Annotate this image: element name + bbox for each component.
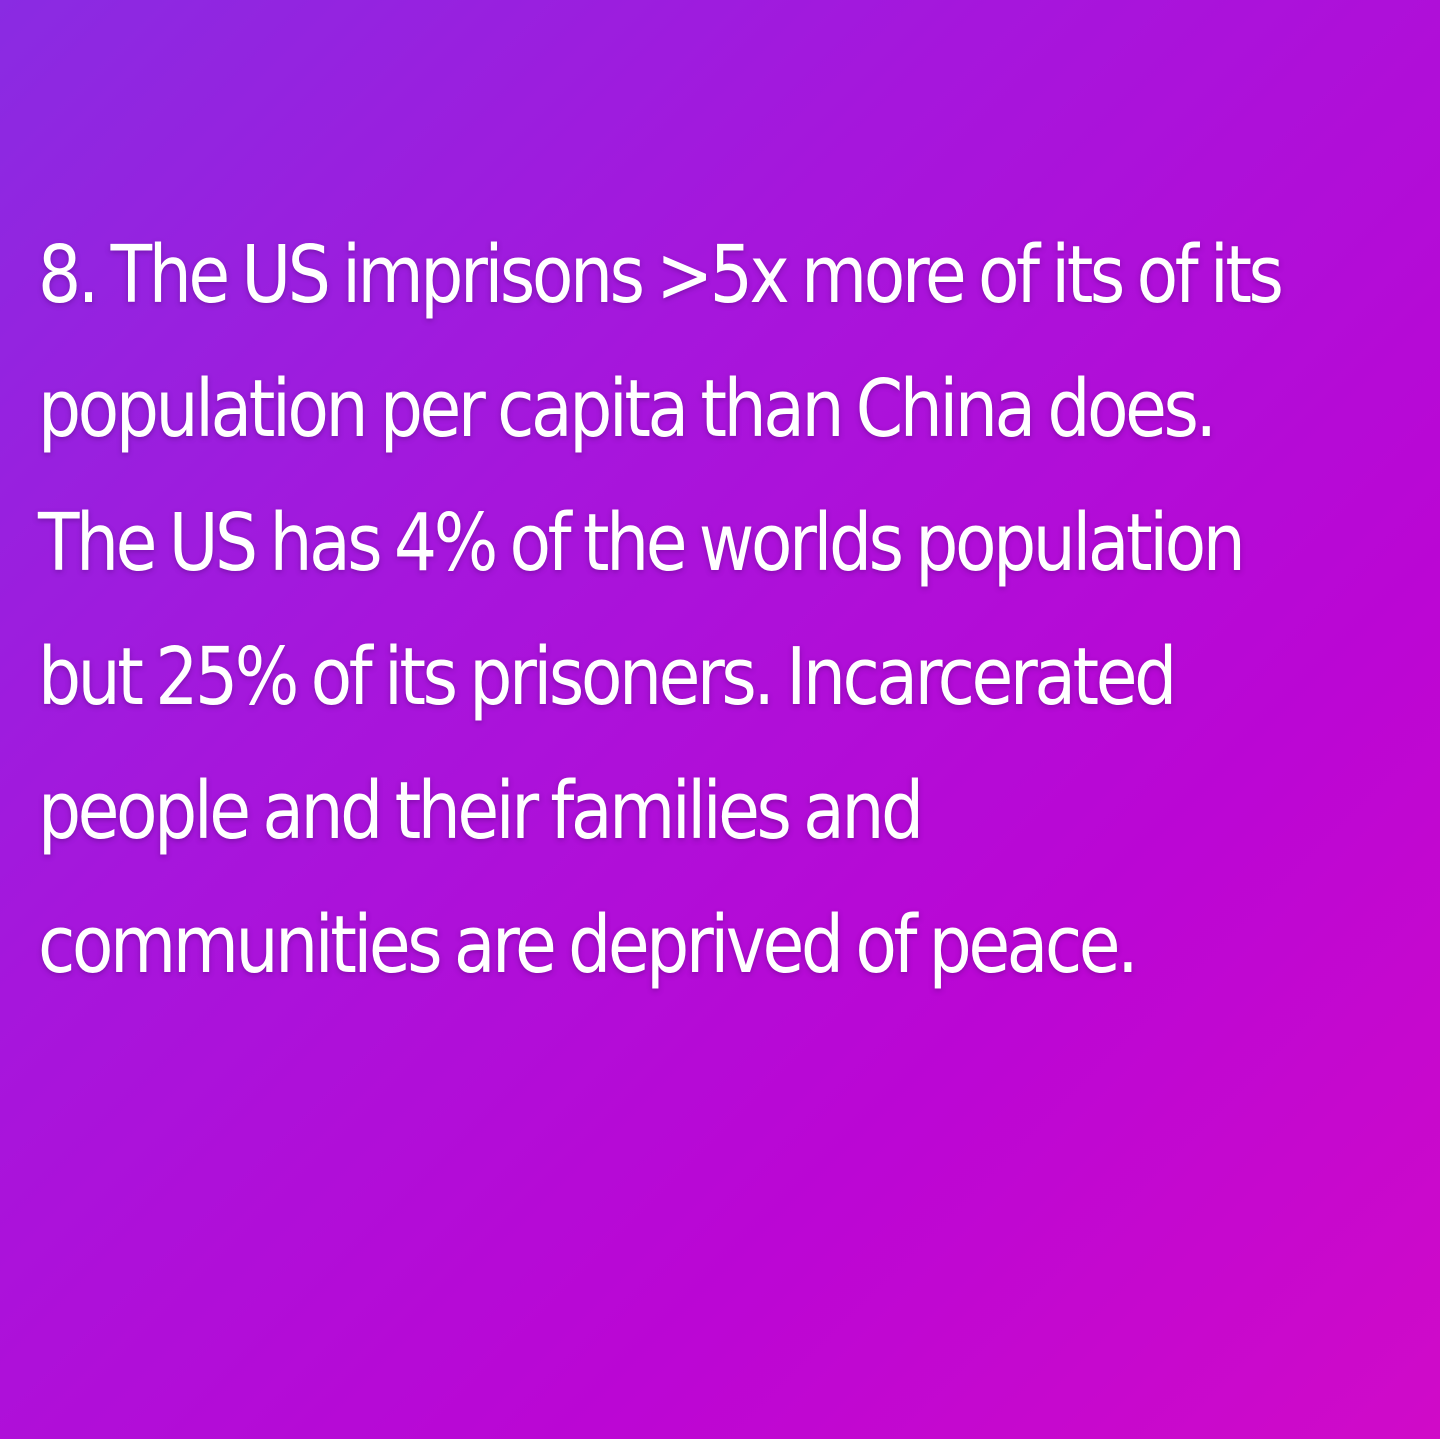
statement-line-3: The US has 4% of the worlds population <box>38 497 1246 589</box>
statement-line-5: people and their families and <box>38 765 924 857</box>
statement-text: 8. The US imprisons >5x more of its of i… <box>38 208 1423 1012</box>
statement-line-2: population per capita than China does. <box>38 363 1217 455</box>
statement-line-1: 8. The US imprisons >5x more of its of i… <box>38 229 1284 321</box>
statement-line-6: communities are deprived of peace. <box>38 899 1139 991</box>
slide-canvas: 8. The US imprisons >5x more of its of i… <box>0 0 1440 1439</box>
statement-line-4: but 25% of its prisoners. Incarcerated <box>38 631 1177 723</box>
